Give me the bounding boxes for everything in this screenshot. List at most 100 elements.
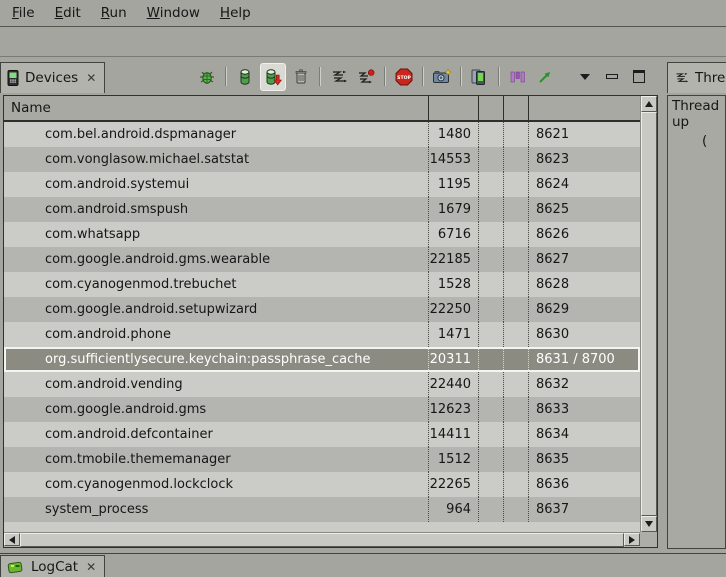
column-header-port[interactable] <box>529 96 640 120</box>
close-icon[interactable]: ✕ <box>86 560 96 574</box>
systrace-icon <box>509 69 527 85</box>
cell-name: com.google.android.setupwizard <box>4 297 429 322</box>
chevron-down-icon <box>580 74 590 80</box>
screen-record-button[interactable] <box>468 64 492 90</box>
table-row[interactable]: org.sufficientlysecure.keychain:passphra… <box>4 347 640 372</box>
update-heap-button[interactable] <box>233 64 257 90</box>
vertical-scrollbar[interactable] <box>640 96 657 532</box>
table-row[interactable]: com.cyanogenmod.trebuchet15288628 <box>4 272 640 297</box>
cause-gc-button[interactable] <box>289 64 313 90</box>
horizontal-scrollbar-thumb[interactable] <box>20 533 624 547</box>
update-heap-icon <box>237 68 253 86</box>
cell-blank1 <box>479 297 504 322</box>
cell-blank2 <box>504 172 529 197</box>
table-row[interactable]: com.vonglasow.michael.satstat145538623 <box>4 147 640 172</box>
table-row[interactable]: com.android.phone14718630 <box>4 322 640 347</box>
table-row[interactable]: com.tmobile.thememanager15128635 <box>4 447 640 472</box>
column-header-pid[interactable] <box>429 96 479 120</box>
tab-logcat[interactable]: LogCat ✕ <box>0 555 105 577</box>
menu-window[interactable]: Window <box>137 1 210 25</box>
cell-port: 8626 <box>529 222 640 247</box>
logcat-bar: LogCat ✕ <box>0 553 726 577</box>
stop-process-button[interactable]: STOP <box>392 64 416 90</box>
cell-blank1 <box>479 147 504 172</box>
menu-file[interactable]: File <box>2 1 45 25</box>
table-row[interactable]: com.android.vending224408632 <box>4 372 640 397</box>
cell-pid: 1471 <box>429 322 479 347</box>
main-toolbar-strip <box>0 28 726 57</box>
menu-bar: FileEditRunWindowHelp <box>0 0 726 27</box>
horizontal-scrollbar[interactable] <box>4 532 640 547</box>
screen-capture-button[interactable] <box>430 64 454 90</box>
minimize-icon <box>606 74 618 79</box>
menu-edit[interactable]: Edit <box>45 1 91 25</box>
table-row[interactable]: com.whatsapp67168626 <box>4 222 640 247</box>
cell-name: com.android.systemui <box>4 172 429 197</box>
scrollbar-corner <box>640 532 657 547</box>
scroll-up-button[interactable] <box>641 96 657 112</box>
table-row[interactable]: com.cyanogenmod.lockclock222658636 <box>4 472 640 497</box>
tab-threads-label: Threa <box>695 70 726 86</box>
column-header-blank1[interactable] <box>479 96 504 120</box>
scroll-left-button[interactable] <box>4 533 20 546</box>
cell-port: 8636 <box>529 472 640 497</box>
table-row[interactable]: com.google.android.gms.wearable221858627 <box>4 247 640 272</box>
tab-threads[interactable]: Threa <box>667 62 726 93</box>
dump-hprof-button[interactable] <box>260 63 286 91</box>
menu-run[interactable]: Run <box>91 1 137 25</box>
capture-system-trace-button[interactable] <box>506 64 530 90</box>
threads-message-line1: Thread up <box>672 98 725 130</box>
cell-name: com.bel.android.dspmanager <box>4 122 429 147</box>
table-row[interactable]: com.bel.android.dspmanager14808621 <box>4 122 640 147</box>
table-row[interactable]: com.google.android.gms126238633 <box>4 397 640 422</box>
cell-pid: 1195 <box>429 172 479 197</box>
view-menu-button[interactable] <box>573 64 597 90</box>
close-icon[interactable]: ✕ <box>86 71 96 85</box>
threads-icon <box>674 71 689 85</box>
scroll-right-button[interactable] <box>624 533 640 546</box>
table-row[interactable]: com.google.android.setupwizard22250 8629 <box>4 297 640 322</box>
table-row[interactable]: system_process9648637 <box>4 497 640 522</box>
cell-pid: 22250 <box>429 297 479 322</box>
cell-port: 8630 <box>529 322 640 347</box>
process-table-body: com.bel.android.dspmanager14808621com.vo… <box>4 122 640 532</box>
cell-blank1 <box>479 497 504 522</box>
update-threads-button[interactable] <box>327 64 351 90</box>
cell-port: 8629 <box>529 297 640 322</box>
cell-name: com.google.android.gms <box>4 397 429 422</box>
debug-bug-icon <box>198 68 216 86</box>
table-row[interactable]: com.android.smspush16798625 <box>4 197 640 222</box>
maximize-button[interactable] <box>627 64 651 90</box>
threads-message: Thread up ( <box>667 95 726 549</box>
tab-logcat-label: LogCat <box>31 559 78 575</box>
cell-pid: 6716 <box>429 222 479 247</box>
table-row[interactable]: com.android.systemui11958624 <box>4 172 640 197</box>
cell-name: com.tmobile.thememanager <box>4 447 429 472</box>
cell-pid: 1528 <box>429 272 479 297</box>
cell-blank1 <box>479 197 504 222</box>
scroll-down-button[interactable] <box>641 516 657 532</box>
process-table-header[interactable]: Name <box>4 96 640 122</box>
column-header-blank2[interactable] <box>504 96 529 120</box>
devices-panel: Devices ✕ <box>0 60 661 551</box>
menu-help[interactable]: Help <box>210 1 261 25</box>
cell-port: 8623 <box>529 147 640 172</box>
cell-blank1 <box>479 247 504 272</box>
start-method-profiling-button[interactable] <box>354 64 378 90</box>
minimize-button[interactable] <box>600 64 624 90</box>
arrow-up-icon <box>645 101 653 107</box>
cell-pid: 22440 <box>429 372 479 397</box>
cell-pid: 1679 <box>429 197 479 222</box>
svg-text:STOP: STOP <box>397 74 411 80</box>
vertical-scrollbar-thumb[interactable] <box>641 112 657 516</box>
tab-devices[interactable]: Devices ✕ <box>0 62 105 93</box>
column-header-name[interactable]: Name <box>4 96 429 120</box>
table-row[interactable]: com.android.defcontainer144118634 <box>4 422 640 447</box>
cell-pid: 964 <box>429 497 479 522</box>
cell-blank1 <box>479 472 504 497</box>
cell-blank2 <box>504 422 529 447</box>
debug-process-button[interactable] <box>195 64 219 90</box>
cell-blank1 <box>479 322 504 347</box>
cell-pid: 14553 <box>429 147 479 172</box>
start-opengl-trace-button[interactable] <box>533 64 557 90</box>
